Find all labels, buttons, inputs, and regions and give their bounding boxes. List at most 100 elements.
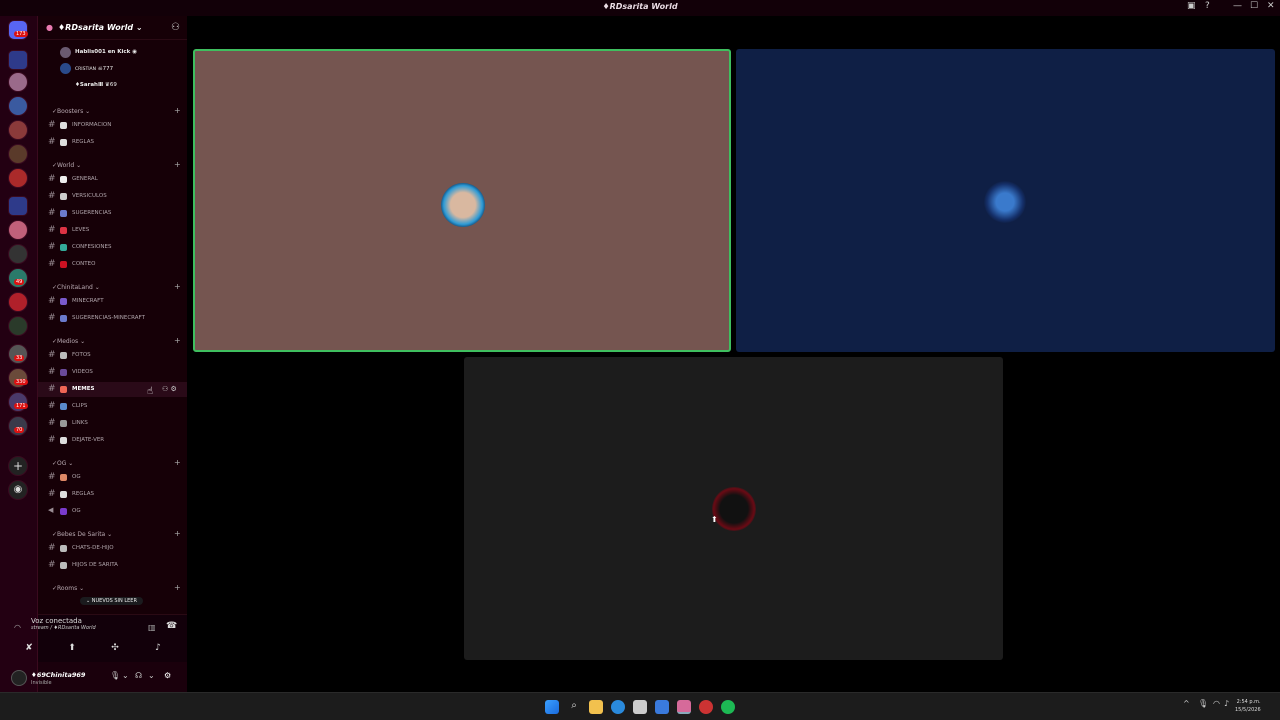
server-header[interactable]: ● ♦RDsarita World ⌄ ⚇: [38, 16, 188, 40]
add-channel-button[interactable]: +: [174, 458, 181, 467]
close-button[interactable]: ✕: [1267, 1, 1275, 11]
server-icon[interactable]: [8, 344, 28, 364]
spotify-icon[interactable]: [721, 700, 735, 714]
home-button[interactable]: [8, 20, 28, 40]
participant-tile[interactable]: ⬆: [464, 357, 1003, 660]
invite-icon[interactable]: ⚇: [162, 385, 168, 393]
channel-hijos-de-sarita[interactable]: # HIJOS DE SARITA: [38, 558, 188, 573]
search-icon[interactable]: ⌕: [567, 700, 581, 714]
channel-og[interactable]: # OG: [38, 470, 188, 485]
maximize-button[interactable]: ☐: [1250, 1, 1258, 11]
add-channel-button[interactable]: +: [174, 336, 181, 345]
wifi-icon[interactable]: ◠: [1213, 699, 1220, 708]
microphone-tray-icon[interactable]: 🎙: [1198, 699, 1208, 708]
channel-videos[interactable]: # VIDEOS: [38, 365, 188, 380]
category-medios[interactable]: ✓Medios ⌄: [52, 338, 85, 345]
add-server-button[interactable]: +: [8, 456, 28, 476]
video-off-button[interactable]: ✘: [17, 640, 41, 657]
channel-confesiones[interactable]: # CONFESIONES: [38, 240, 188, 255]
category-world[interactable]: ✓World ⌄: [52, 162, 81, 169]
server-icon[interactable]: [8, 392, 28, 412]
add-channel-button[interactable]: +: [174, 282, 181, 291]
avatar[interactable]: [11, 670, 27, 686]
participant-tile[interactable]: [736, 49, 1275, 352]
category-bebes-de-sarita[interactable]: ✓Bebes De Sarita ⌄: [52, 531, 112, 538]
discord-icon[interactable]: [677, 700, 691, 714]
system-clock[interactable]: 2:54 p.m. 15/5/2026: [1235, 698, 1261, 714]
server-icon[interactable]: [8, 268, 28, 288]
server-icon[interactable]: [8, 168, 28, 188]
category-chinitaland[interactable]: ✓ChinitaLand ⌄: [52, 284, 100, 291]
activities-button[interactable]: ✣: [103, 640, 127, 657]
chrome-icon[interactable]: [699, 700, 713, 714]
server-icon[interactable]: [8, 96, 28, 116]
chevron-down-icon[interactable]: ⌄: [122, 671, 129, 680]
mail-icon[interactable]: [655, 700, 669, 714]
microphone-icon[interactable]: 🎙: [110, 671, 120, 680]
server-icon[interactable]: [8, 244, 28, 264]
noise-suppression-icon[interactable]: ▥: [148, 623, 156, 632]
server-icon[interactable]: [8, 220, 28, 240]
screen-share-button[interactable]: ⬆: [60, 640, 84, 657]
unread-jump-pill[interactable]: ⌄ NUEVOS SIN LEER: [80, 597, 143, 605]
server-icon[interactable]: [8, 316, 28, 336]
server-icon[interactable]: [8, 50, 28, 70]
voice-user[interactable]: CRISTIAN ☠777: [75, 66, 113, 72]
channel-memes[interactable]: # MEMES ⚇ ⚙: [38, 382, 188, 397]
server-icon[interactable]: [8, 292, 28, 312]
participant-tile[interactable]: [193, 49, 731, 352]
add-channel-button[interactable]: +: [174, 106, 181, 115]
soundboard-button[interactable]: ♪: [146, 640, 170, 657]
gear-icon[interactable]: ⚙: [164, 671, 171, 680]
channel-leyes[interactable]: # LEVES: [38, 223, 188, 238]
add-channel-button[interactable]: +: [174, 529, 181, 538]
channel-chats-de-hijo[interactable]: # CHATS-DE-HIJO: [38, 541, 188, 556]
gear-icon[interactable]: ⚙: [171, 385, 177, 393]
channel-actions[interactable]: ⚇ ⚙: [162, 385, 177, 393]
add-channel-button[interactable]: +: [174, 160, 181, 169]
channel-clips[interactable]: # CLIPS: [38, 399, 188, 414]
minimize-button[interactable]: —: [1233, 1, 1242, 11]
server-icon[interactable]: [8, 144, 28, 164]
explore-servers-button[interactable]: ◉: [8, 480, 28, 500]
voice-status[interactable]: Voz conectada: [31, 617, 82, 625]
voice-channel-name[interactable]: stream / ♦RDsarita World: [31, 625, 96, 631]
server-icon[interactable]: [8, 368, 28, 388]
channel-sugerencias-minecraft[interactable]: # SUGERENCIAS-MINECRAFT: [38, 311, 188, 326]
help-icon[interactable]: ?: [1205, 1, 1210, 11]
voice-user[interactable]: Hablis001 en Kick ◉: [75, 49, 137, 55]
chevron-up-icon[interactable]: ^: [1183, 699, 1190, 708]
file-explorer-icon[interactable]: [589, 700, 603, 714]
channel-versiculos[interactable]: # VERSICULOS: [38, 189, 188, 204]
start-icon[interactable]: [545, 700, 559, 714]
voice-user[interactable]: ♦SarahⅢ ♛69: [75, 82, 117, 88]
channel-links[interactable]: # LINKS: [38, 416, 188, 431]
voice-channel-og[interactable]: ◀ OG: [38, 504, 188, 519]
server-icon[interactable]: [8, 416, 28, 436]
channel-minecraft[interactable]: # MINECRAFT: [38, 294, 188, 309]
username[interactable]: ♦69Chinita969: [31, 671, 85, 679]
chevron-down-icon[interactable]: ⌄: [148, 671, 155, 680]
server-icon[interactable]: [8, 120, 28, 140]
store-icon[interactable]: [633, 700, 647, 714]
server-icon[interactable]: [8, 196, 28, 216]
category-boosters[interactable]: ✓Boosters ⌄: [52, 108, 90, 115]
server-icon[interactable]: [8, 72, 28, 92]
channel-conteo[interactable]: # CONTEO: [38, 257, 188, 272]
headphones-icon[interactable]: ☊: [135, 671, 142, 680]
volume-icon[interactable]: ♪: [1224, 699, 1229, 708]
category-rooms[interactable]: ✓Rooms ⌄: [52, 585, 84, 592]
channel-sugerencias[interactable]: # SUGERENCIAS: [38, 206, 188, 221]
signal-icon[interactable]: ◠: [14, 623, 21, 632]
category-og[interactable]: ✓OG ⌄: [52, 460, 73, 467]
inbox-icon[interactable]: ▣: [1187, 1, 1196, 11]
channel-reglas[interactable]: # REGLAS: [38, 135, 188, 150]
channel-reglas-og[interactable]: # REGLAS: [38, 487, 188, 502]
edge-icon[interactable]: [611, 700, 625, 714]
disconnect-icon[interactable]: ☎: [166, 621, 177, 631]
person-add-icon[interactable]: ⚇: [171, 22, 180, 33]
channel-informacion[interactable]: # INFORMACION: [38, 118, 188, 133]
channel-general[interactable]: # GENERAL: [38, 172, 188, 187]
channel-dejate-ver[interactable]: # DEJATE-VER: [38, 433, 188, 448]
channel-fotos[interactable]: # FOTOS: [38, 348, 188, 363]
